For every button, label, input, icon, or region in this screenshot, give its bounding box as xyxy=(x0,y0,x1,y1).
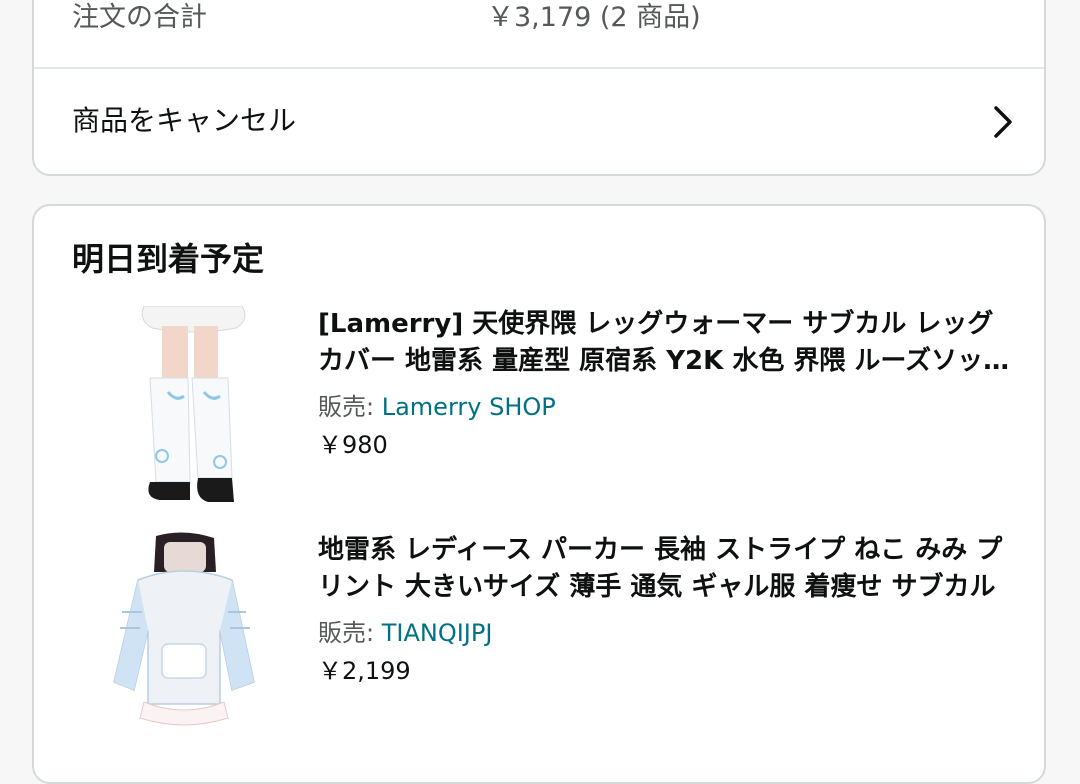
seller-link[interactable]: Lamerry SHOP xyxy=(382,393,556,421)
order-item-info: [Lamerry] 天使界隈 レッグウォーマー サブカル レッグカバー 地雷系 … xyxy=(318,306,1018,460)
product-title[interactable]: 地雷系 レディース パーカー 長袖 ストライプ ねこ みみ プリント 大きいサイ… xyxy=(318,532,1018,606)
order-summary-card: 注文の合計 ￥3,179 (2 商品) 商品をキャンセル xyxy=(32,0,1046,176)
order-total-label: 注文の合計 xyxy=(72,2,207,33)
seller-link[interactable]: TIANQIJPJ xyxy=(382,619,493,647)
seller-line: 販売: Lamerry SHOP xyxy=(318,392,1018,422)
seller-prefix: 販売: xyxy=(318,393,382,421)
product-image-hoodie[interactable] xyxy=(104,532,264,732)
seller-line: 販売: TIANQIJPJ xyxy=(318,618,1018,648)
order-item[interactable]: 地雷系 レディース パーカー 長袖 ストライプ ねこ みみ プリント 大きいサイ… xyxy=(34,532,1044,742)
product-price: ￥980 xyxy=(318,431,388,459)
cancel-items-label: 商品をキャンセル xyxy=(72,104,297,137)
product-image-leg-warmers[interactable] xyxy=(104,306,264,506)
product-title[interactable]: [Lamerry] 天使界隈 レッグウォーマー サブカル レッグカバー 地雷系 … xyxy=(318,306,1018,380)
order-item-info: 地雷系 レディース パーカー 長袖 ストライプ ねこ みみ プリント 大きいサイ… xyxy=(318,532,1018,686)
order-total-value: ￥3,179 (2 商品) xyxy=(487,2,701,33)
order-item[interactable]: [Lamerry] 天使界隈 レッグウォーマー サブカル レッグカバー 地雷系 … xyxy=(34,306,1044,516)
seller-prefix: 販売: xyxy=(318,619,382,647)
delivery-date-title: 明日到着予定 xyxy=(72,240,265,278)
product-price: ￥2,199 xyxy=(318,657,411,685)
cancel-items-button[interactable]: 商品をキャンセル xyxy=(34,69,1044,176)
chevron-right-icon xyxy=(994,106,1012,138)
order-total-row: 注文の合計 ￥3,179 (2 商品) xyxy=(34,0,1044,69)
delivery-card: 明日到着予定 [Lamerry] 天使界隈 レッグウォーマー サブカル レッグカ… xyxy=(32,204,1046,784)
